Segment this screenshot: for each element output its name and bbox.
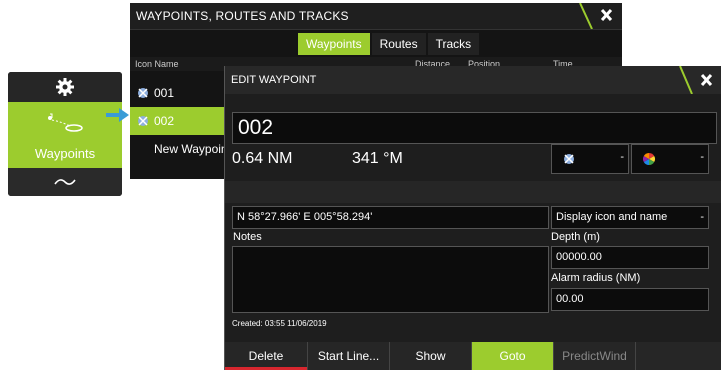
list-item-selected[interactable]: 002	[130, 107, 224, 135]
new-waypoint-item[interactable]: New Waypoint...	[130, 135, 241, 163]
waypoint-name-field[interactable]: 002	[232, 112, 717, 144]
alarm-radius-label: Alarm radius (NM)	[551, 272, 641, 284]
tab-tracks[interactable]: Tracks	[427, 33, 480, 55]
dropdown-arrow: -	[700, 211, 704, 223]
edit-waypoint-dialog: EDIT WAYPOINT 002 0.64 NM 341 °M - - N 5…	[224, 66, 721, 370]
goto-button[interactable]: Goto	[472, 342, 554, 370]
close-icon[interactable]	[572, 3, 622, 29]
waypoint-name: 002	[154, 114, 175, 128]
dialog-title-bar: EDIT WAYPOINT	[225, 66, 721, 94]
depth-label: Depth (m)	[551, 231, 600, 243]
action-bar: Delete Start Line... Show Goto PredictWi…	[225, 342, 721, 370]
alarm-radius-field[interactable]: 00.00	[551, 288, 709, 311]
show-button[interactable]: Show	[390, 342, 472, 370]
display-option-value: Display icon and name	[556, 211, 668, 223]
dialog-title: EDIT WAYPOINT	[231, 74, 317, 86]
waypoint-icon	[564, 154, 574, 164]
divider-band	[225, 181, 721, 203]
start-line-button-label: Start Line...	[317, 349, 380, 363]
tab-bar: Waypoints Routes Tracks	[298, 33, 481, 55]
delete-button[interactable]: Delete	[225, 342, 308, 370]
side-menu: Waypoints	[8, 72, 122, 196]
predictwind-button[interactable]: PredictWind	[554, 342, 636, 370]
delete-button-label: Delete	[248, 349, 284, 363]
notes-label: Notes	[233, 231, 262, 243]
depth-value: 00000.00	[556, 251, 602, 263]
alarm-radius-value: 00.00	[556, 293, 584, 305]
dropdown-arrow: -	[700, 151, 704, 163]
tab-routes[interactable]: Routes	[371, 33, 426, 55]
dropdown-arrow: -	[620, 151, 624, 163]
icon-select[interactable]: -	[551, 144, 629, 174]
waypoint-icon	[138, 116, 148, 126]
start-line-button[interactable]: Start Line...	[308, 342, 390, 370]
distance-readout: 0.64 NM	[232, 150, 293, 167]
goto-button-label: Goto	[499, 349, 526, 363]
display-option-select[interactable]: Display icon and name -	[551, 206, 709, 229]
color-select[interactable]: -	[631, 144, 709, 174]
depth-field[interactable]: 00000.00	[551, 246, 709, 269]
col-icon-name: Icon Name	[135, 59, 179, 69]
notes-field[interactable]	[232, 246, 549, 313]
position-field[interactable]: N 58°27.966' E 005°58.294'	[232, 206, 549, 229]
predictwind-button-label: PredictWind	[562, 349, 627, 363]
dialog-title: WAYPOINTS, ROUTES AND TRACKS	[136, 9, 349, 23]
show-button-label: Show	[415, 349, 446, 363]
waypoint-name-value: 002	[238, 116, 274, 139]
pointer-arrow-icon	[106, 108, 129, 122]
tab-waypoints[interactable]: Waypoints	[298, 33, 370, 55]
bearing-readout: 341 °M	[352, 150, 403, 167]
gear-icon	[56, 78, 74, 96]
wave-icon	[54, 179, 76, 185]
waypoint-name: 001	[154, 86, 175, 100]
settings-menu-item[interactable]	[8, 72, 122, 102]
waypoint-icon	[138, 88, 148, 98]
waypoints-icon	[48, 113, 83, 132]
waypoints-menu-label: Waypoints	[34, 146, 96, 161]
position-value: N 58°27.966' E 005°58.294'	[237, 211, 373, 223]
color-wheel-icon	[642, 153, 656, 165]
sonar-menu-item[interactable]	[8, 168, 122, 196]
close-icon[interactable]	[672, 66, 721, 94]
dialog-title-bar: WAYPOINTS, ROUTES AND TRACKS	[130, 3, 622, 30]
created-timestamp: Created: 03:55 11/06/2019	[232, 319, 327, 328]
waypoints-menu-item[interactable]: Waypoints	[8, 102, 122, 168]
